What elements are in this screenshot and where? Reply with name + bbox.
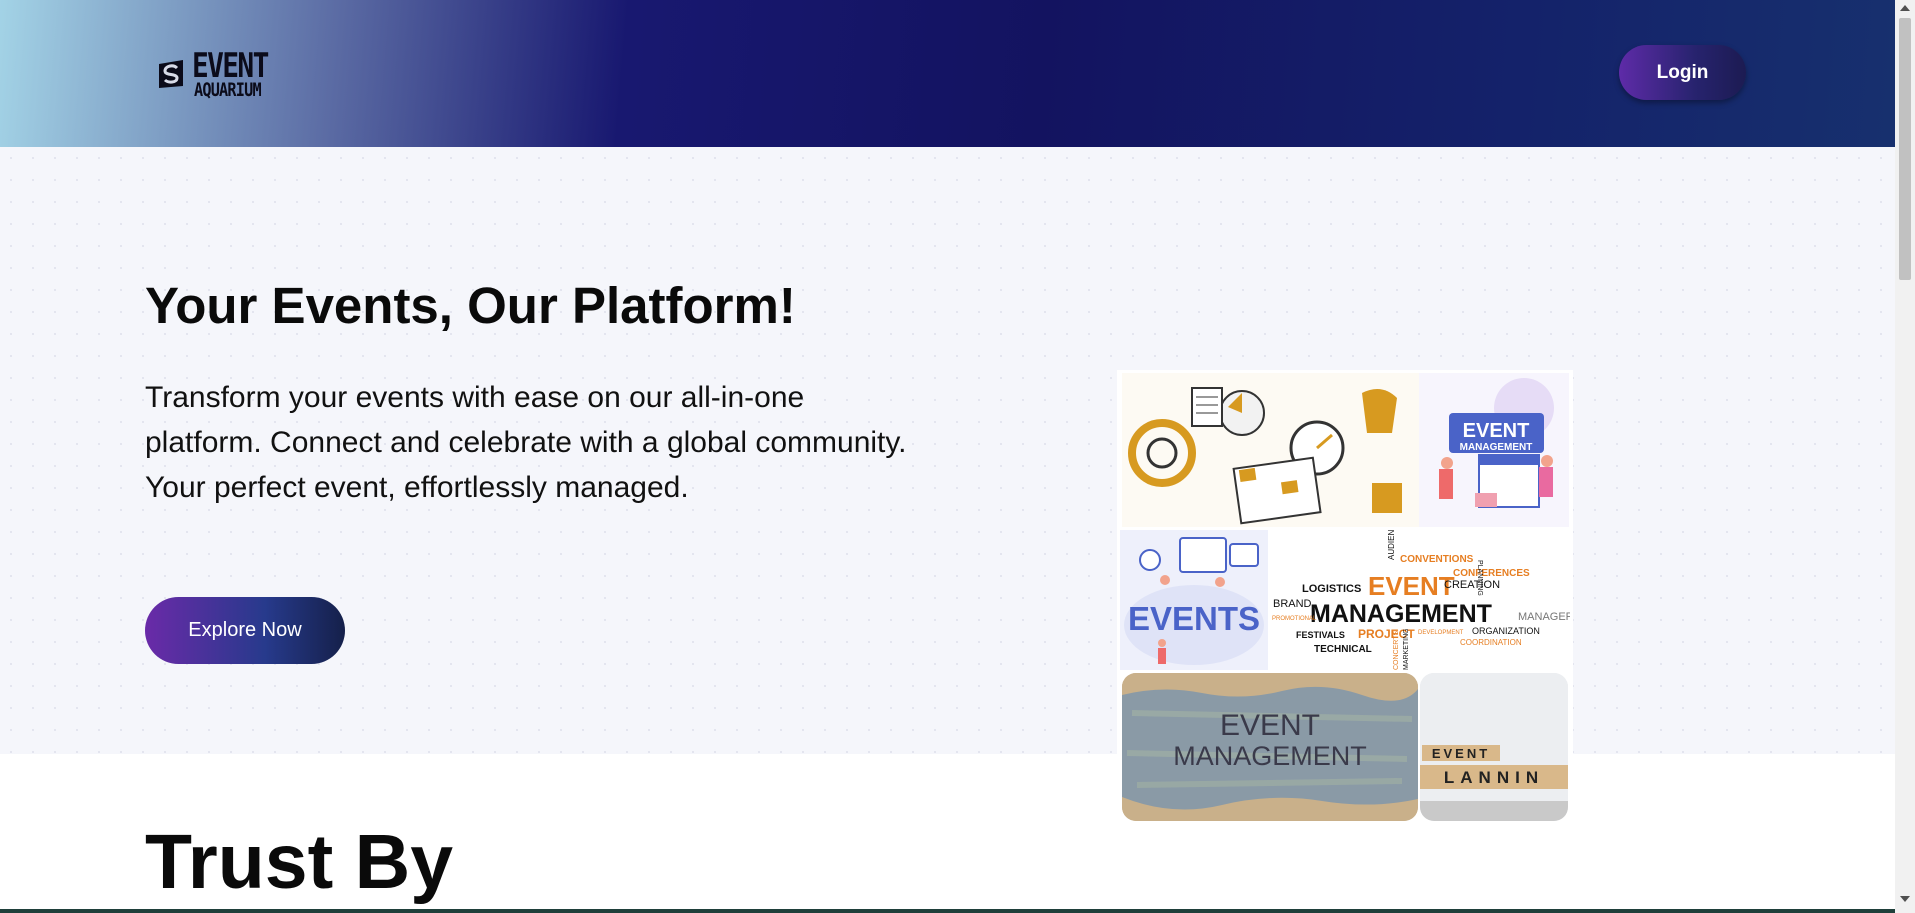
wordcloud-word: AUDIENCE <box>1387 530 1396 560</box>
wordcloud-word: LOGISTICS <box>1302 583 1361 595</box>
wordcloud-word: MARKETING <box>1403 628 1410 670</box>
wordcloud-word: FESTIVALS <box>1296 630 1345 640</box>
logo-subword: AQUARIUM <box>194 79 262 101</box>
wordcloud-word: CONCERTS <box>1393 631 1400 670</box>
events-illustration: EVENTS <box>1120 530 1268 670</box>
scroll-down-arrow-icon[interactable] <box>1900 896 1910 902</box>
wordcloud-word: DEVELOPMENT <box>1418 630 1464 636</box>
event-aquarium-logo[interactable]: EVENT AQUARIUM <box>156 46 286 102</box>
tile5-line1: EVENT <box>1220 709 1320 742</box>
wordcloud-word: TECHNICAL <box>1314 644 1372 655</box>
hero-title: Your Events, Our Platform! <box>145 277 796 334</box>
tile6-line2: LANNIN <box>1444 768 1544 787</box>
event-management-wordcloud: EVENT MANAGEMENT CONVENTIONS CONFERENCES… <box>1268 530 1570 670</box>
wordcloud-word: CONFERENCES <box>1453 568 1530 579</box>
event-planning-blocks-image: EVENT LANNIN <box>1420 673 1568 821</box>
logo-word: EVENT <box>192 46 269 86</box>
logo-mark-icon <box>159 60 183 88</box>
wordcloud-main1: EVENT <box>1368 571 1455 601</box>
event-management-texture-image: EVENT MANAGEMENT <box>1122 673 1418 821</box>
login-button[interactable]: Login <box>1619 45 1746 100</box>
hero-section: Your Events, Our Platform! Transform you… <box>0 147 1895 824</box>
wordcloud-word: ORGANIZATION <box>1472 626 1540 636</box>
wordcloud-word: CREATION <box>1444 579 1500 591</box>
tile2-line2: MANAGEMENT <box>1460 442 1533 453</box>
wordcloud-main2: MANAGEMENT <box>1310 600 1492 628</box>
event-management-illustration: EVENT MANAGEMENT <box>1419 373 1569 527</box>
bottom-edge-bar <box>0 909 1895 913</box>
wordcloud-word: MANAGER <box>1518 611 1570 623</box>
wordcloud-word: CONVENTIONS <box>1400 554 1474 565</box>
planning-doodle-image <box>1122 373 1419 527</box>
wordcloud-word: PLANNING <box>1476 560 1483 596</box>
site-header: EVENT AQUARIUM Login <box>0 0 1895 147</box>
tile5-line2: MANAGEMENT <box>1173 741 1367 771</box>
hero-description: Transform your events with ease on our a… <box>145 381 907 504</box>
tile2-line1: EVENT <box>1463 420 1530 442</box>
wordcloud-word: BRAND <box>1273 598 1312 610</box>
tile6-line1: EVENT <box>1432 746 1490 761</box>
wordcloud-word: COORDINATION <box>1460 638 1522 647</box>
page-scrollbar[interactable] <box>1895 0 1915 913</box>
scroll-up-arrow-icon[interactable] <box>1900 5 1910 11</box>
explore-now-button[interactable]: Explore Now <box>145 597 345 664</box>
wordcloud-word: PROMOTIONAL <box>1272 616 1317 622</box>
tile3-text: EVENTS <box>1128 600 1260 637</box>
scroll-thumb[interactable] <box>1899 18 1911 280</box>
event-collage-image: EVENT MANAGEMENT EVENTS EVENT MANAGEMENT… <box>1117 370 1573 824</box>
trust-by-heading: Trust By <box>145 819 454 905</box>
